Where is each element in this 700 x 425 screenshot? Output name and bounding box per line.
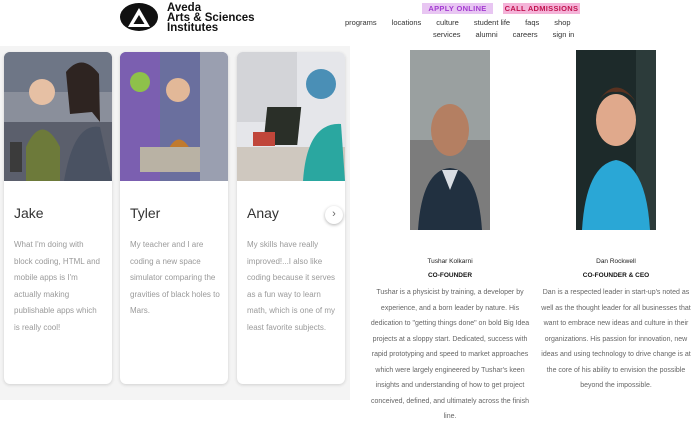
site-header: Aveda Arts & Sciences Institutes APPLY O… [0,0,700,46]
founder-bio: Dan is a respected leader in start-up's … [541,289,691,389]
logo-wordmark[interactable]: Aveda Arts & Sciences Institutes [167,2,255,34]
student-name: Jake [14,205,44,221]
nav-culture[interactable]: culture [436,18,459,27]
testimonial-card[interactable]: Tyler My teacher and I are coding a new … [120,52,228,384]
nav-alumni[interactable]: alumni [476,30,498,39]
nav-student-life[interactable]: student life [474,18,510,27]
carousel-next-button[interactable]: › [325,206,343,224]
student-quote: What I'm doing with block coding, HTML a… [14,240,100,332]
nav-shop[interactable]: shop [554,18,570,27]
student-photo [237,52,345,181]
chevron-right-icon: › [332,208,336,220]
nav-services[interactable]: services [433,30,461,39]
apply-online-button[interactable]: APPLY ONLINE [422,3,493,14]
founder-name: Dan Rockwell [596,258,636,265]
nav-sign-in[interactable]: sign in [553,30,575,39]
nav-faqs[interactable]: faqs [525,18,539,27]
student-quote: My skills have really improved!...I also… [247,240,336,332]
secondary-nav: services alumni careers sign in [433,30,589,39]
founder-title: CO-FOUNDER & CEO [582,272,650,279]
testimonial-card[interactable]: Jake What I'm doing with block coding, H… [4,52,112,384]
founder-name: Tushar Kolkarni [427,258,473,265]
student-name: Anay [247,205,279,221]
founder-bio: Tushar is a physicist by training, a dev… [370,289,530,420]
student-photo [120,52,228,181]
aveda-logo-icon[interactable] [120,3,158,31]
primary-nav: programs locations culture student life faqs… [345,18,586,27]
founder-portrait [576,50,656,230]
student-name: Tyler [130,205,161,221]
founder-title: CO-FOUNDER [427,272,473,279]
call-admissions-button[interactable]: CALL ADMISSIONS [503,3,580,14]
nav-careers[interactable]: careers [513,30,538,39]
student-quote: My teacher and I are coding a new space … [130,240,220,315]
student-photo [4,52,112,181]
founder-portrait [410,50,490,230]
nav-programs[interactable]: programs [345,18,377,27]
nav-locations[interactable]: locations [392,18,422,27]
logo-line-3: Institutes [167,22,219,34]
